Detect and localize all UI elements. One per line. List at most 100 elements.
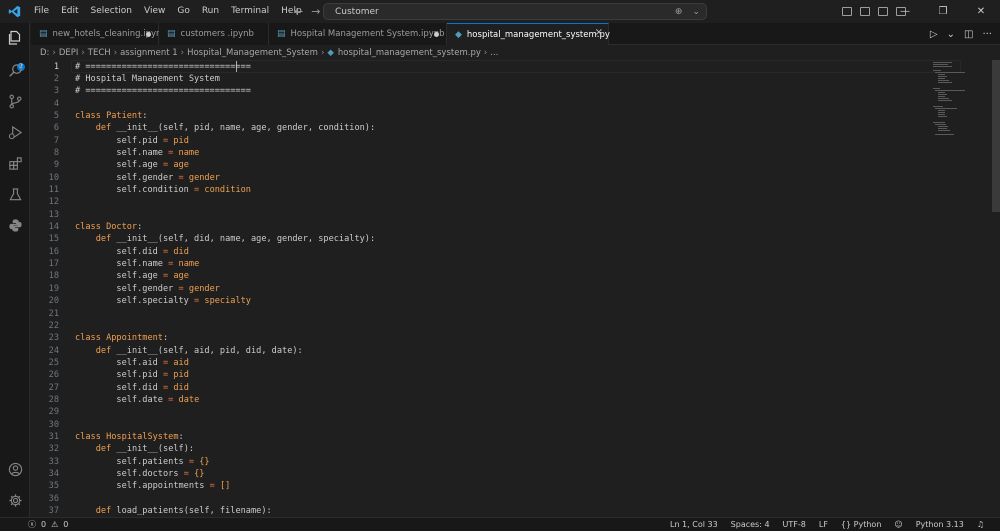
code-line[interactable]: 4 <box>31 98 931 110</box>
breadcrumb-folder[interactable]: Hospital_Management_System <box>187 48 318 58</box>
menu-file[interactable]: File <box>28 0 55 23</box>
account-icon[interactable] <box>6 460 24 478</box>
code-line[interactable]: 36 <box>31 493 931 505</box>
unsaved-dot-icon[interactable] <box>146 32 151 37</box>
code-line[interactable]: 31 class HospitalSystem: <box>31 431 931 443</box>
menu-run[interactable]: Run <box>196 0 225 23</box>
explorer-icon[interactable] <box>6 29 24 47</box>
cursor-position[interactable]: Ln 1, Col 33 <box>670 520 718 529</box>
toggle-primary-sidebar-icon[interactable] <box>842 7 852 16</box>
breadcrumb-file[interactable]: hospital_management_system.py <box>338 48 481 58</box>
scrollbar-thumb[interactable] <box>992 60 1000 212</box>
code-line[interactable]: 15 def __init__(self, did, name, age, ge… <box>31 233 931 245</box>
menu-terminal[interactable]: Terminal <box>225 0 275 23</box>
code-line[interactable]: 35 self.appointments = [] <box>31 480 931 492</box>
run-debug-icon[interactable] <box>6 123 24 141</box>
minimap-line <box>937 128 948 129</box>
extensions-icon[interactable] <box>6 154 24 172</box>
code-line[interactable]: 28 self.date = date <box>31 394 931 406</box>
menu-selection[interactable]: Selection <box>85 0 138 23</box>
menu-edit[interactable]: Edit <box>55 0 84 23</box>
close-tab-icon[interactable]: × <box>595 27 603 38</box>
close-icon[interactable]: ✕ <box>962 0 1000 23</box>
tab-hospital-management-py[interactable]: ◆ hospital_management_system.py × <box>447 23 610 45</box>
source-control-icon[interactable] <box>6 92 24 110</box>
toggle-panel-icon[interactable] <box>860 7 870 16</box>
forward-arrow-icon[interactable]: → <box>311 5 320 18</box>
code-line[interactable]: 32 def __init__(self): <box>31 443 931 455</box>
minimap-line <box>935 72 966 73</box>
code-line[interactable]: 37 def load_patients(self, filename): <box>31 505 931 517</box>
code-line[interactable]: 3 # ================================ <box>31 85 931 97</box>
end-of-line[interactable]: LF <box>819 520 828 529</box>
code-line[interactable]: 34 self.doctors = {} <box>31 468 931 480</box>
code-editor[interactable]: 1 # ================================ 2 # Ho… <box>31 59 991 517</box>
minimap-line <box>937 80 949 81</box>
copilot-icon[interactable]: ⊕ <box>675 7 683 17</box>
code-line[interactable]: 30 <box>31 419 931 431</box>
code-line[interactable]: 33 self.patients = {} <box>31 456 931 468</box>
language-mode[interactable]: {} Python <box>841 520 881 529</box>
tab-new-hotels-cleaning[interactable]: ▤ new_hotels_cleaning.ipynb <box>31 23 167 45</box>
code-line[interactable]: 19 self.gender = gender <box>31 283 931 295</box>
tab-hospital-management-notebook[interactable]: ▤ Hospital Management System.ipynb <box>269 23 447 45</box>
copilot-status-icon[interactable]: ☺ <box>894 520 902 529</box>
back-arrow-icon[interactable]: ← <box>294 5 303 18</box>
breadcrumb-assignment[interactable]: assignment 1 <box>120 48 178 58</box>
python-icon[interactable] <box>6 216 24 234</box>
python-interpreter[interactable]: Python 3.13 <box>916 520 964 529</box>
menu-view[interactable]: View <box>138 0 171 23</box>
code-line[interactable]: 20 self.specialty = specialty <box>31 295 931 307</box>
code-line[interactable]: 7 self.pid = pid <box>31 135 931 147</box>
code-line[interactable]: 29 <box>31 406 931 418</box>
menu-go[interactable]: Go <box>171 0 195 23</box>
unsaved-dot-icon[interactable] <box>434 32 439 37</box>
problems-indicator[interactable]: ⓧ 0 ⚠ 0 <box>28 518 68 531</box>
code-line[interactable]: 22 <box>31 320 931 332</box>
code-line[interactable]: 18 self.age = age <box>31 270 931 282</box>
code-line[interactable]: 26 self.pid = pid <box>31 369 931 381</box>
code-line[interactable]: 9 self.age = age <box>31 159 931 171</box>
code-line[interactable]: 10 self.gender = gender <box>31 172 931 184</box>
breadcrumb-depi[interactable]: DEPI <box>59 48 79 58</box>
code-line[interactable]: 14 class Doctor: <box>31 221 931 233</box>
code-line[interactable]: 16 self.did = did <box>31 246 931 258</box>
minimize-icon[interactable]: — <box>886 0 924 23</box>
more-actions-icon[interactable]: ··· <box>982 29 992 40</box>
file-encoding[interactable]: UTF-8 <box>783 520 806 529</box>
code-line[interactable]: 5 class Patient: <box>31 110 931 122</box>
minimap[interactable] <box>931 59 991 517</box>
breadcrumb-tech[interactable]: TECH <box>88 48 111 58</box>
code-line[interactable]: 21 <box>31 308 931 320</box>
search-icon[interactable] <box>6 61 24 79</box>
breadcrumb-symbols[interactable]: ... <box>490 48 498 58</box>
line-number: 26 <box>48 370 59 381</box>
run-options-chevron-icon[interactable]: ⌄ <box>947 29 955 40</box>
code-line[interactable]: 27 self.did = did <box>31 382 931 394</box>
code-line[interactable]: 6 def __init__(self, pid, name, age, gen… <box>31 122 931 134</box>
line-number: 13 <box>48 209 59 220</box>
tab-customers[interactable]: ▤ customers .ipynb <box>159 23 269 45</box>
chevron-down-icon[interactable]: ⌄ <box>692 7 700 17</box>
code-line[interactable]: 2 # Hospital Management System <box>31 73 931 85</box>
indentation[interactable]: Spaces: 4 <box>731 520 770 529</box>
run-file-icon[interactable]: ▷ <box>930 29 938 40</box>
notifications-bell-icon[interactable]: ♫ <box>977 520 984 529</box>
testing-icon[interactable] <box>6 185 24 203</box>
code-line[interactable]: 24 def __init__(self, aid, pid, did, dat… <box>31 345 931 357</box>
code-line[interactable]: 12 <box>31 196 931 208</box>
code-line[interactable]: 1 # ================================ <box>31 61 931 73</box>
split-editor-icon[interactable]: ◫ <box>964 29 973 40</box>
settings-gear-icon[interactable] <box>6 491 24 509</box>
breadcrumb-drive[interactable]: D: <box>40 48 49 58</box>
command-center[interactable]: Customer ⊕ ⌄ <box>323 3 707 20</box>
code-line[interactable]: 11 self.condition = condition <box>31 184 931 196</box>
code-line[interactable]: 8 self.name = name <box>31 147 931 159</box>
code-line[interactable]: 17 self.name = name <box>31 258 931 270</box>
minimap-line <box>937 74 946 75</box>
restore-icon[interactable]: ❐ <box>924 0 962 23</box>
vertical-scrollbar[interactable] <box>991 59 1000 517</box>
code-line[interactable]: 23 class Appointment: <box>31 332 931 344</box>
code-line[interactable]: 25 self.aid = aid <box>31 357 931 369</box>
code-line[interactable]: 13 <box>31 209 931 221</box>
